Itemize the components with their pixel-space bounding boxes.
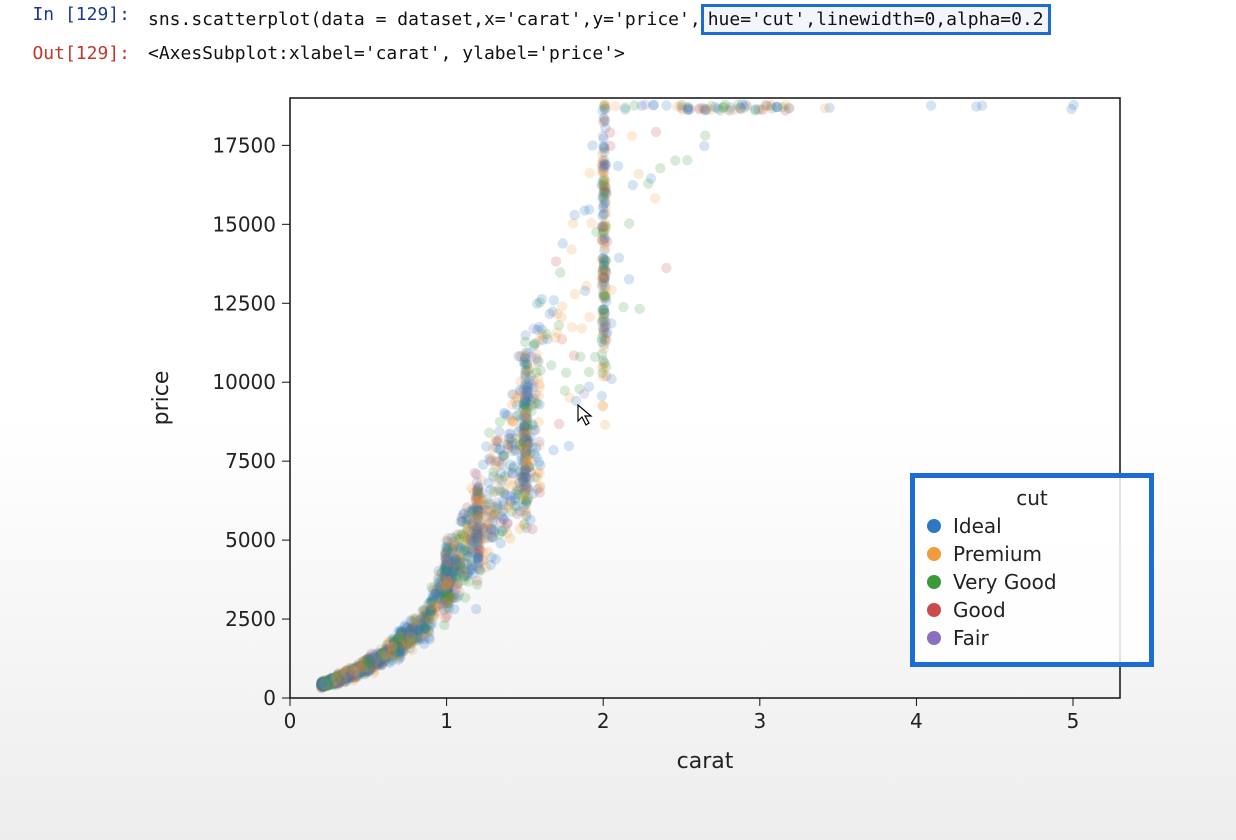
legend-label: Fair xyxy=(953,626,989,650)
svg-text:2500: 2500 xyxy=(225,607,276,631)
legend-label: Premium xyxy=(953,542,1042,566)
svg-text:15000: 15000 xyxy=(212,212,276,236)
legend-item: Fair xyxy=(927,626,1137,650)
legend-title: cut xyxy=(927,486,1137,510)
legend: cut Ideal Premium Very Good Good Fair xyxy=(910,473,1154,667)
legend-item: Good xyxy=(927,598,1137,622)
code-plain: sns.scatterplot(data = dataset,x='carat'… xyxy=(148,9,690,30)
y-ticks: 0 2500 5000 7500 10000 12500 15000 17500 xyxy=(212,133,290,710)
output-cell: Out[129]: <AxesSubplot:xlabel='carat', y… xyxy=(0,39,1236,68)
output-prompt: Out[129]: xyxy=(10,43,148,64)
svg-text:3: 3 xyxy=(753,709,766,733)
legend-swatch xyxy=(927,575,941,589)
legend-item: Premium xyxy=(927,542,1137,566)
y-axis-label: price xyxy=(149,371,174,426)
legend-label: Good xyxy=(953,598,1006,622)
svg-text:7500: 7500 xyxy=(225,449,276,473)
legend-item: Very Good xyxy=(927,570,1137,594)
legend-swatch xyxy=(927,603,941,617)
legend-swatch xyxy=(927,631,941,645)
legend-swatch xyxy=(927,519,941,533)
input-prompt: In [129]: xyxy=(10,4,148,25)
legend-label: Very Good xyxy=(953,570,1057,594)
x-axis-label: carat xyxy=(677,749,734,774)
code-line[interactable]: sns.scatterplot(data = dataset,x='carat'… xyxy=(148,4,1051,35)
svg-text:17500: 17500 xyxy=(212,133,276,157)
svg-text:5: 5 xyxy=(1067,709,1080,733)
plot-svg: 0 1 2 3 4 5 0 2500 5000 7500 10000 12500 15000 17500… xyxy=(140,88,1130,788)
x-ticks: 0 1 2 3 4 5 xyxy=(284,698,1080,733)
svg-text:0: 0 xyxy=(263,686,276,710)
input-cell: In [129]: sns.scatterplot(data = dataset… xyxy=(0,0,1236,39)
svg-text:12500: 12500 xyxy=(212,291,276,315)
scatter-plot: 0 1 2 3 4 5 0 2500 5000 7500 10000 12500 15000 17500… xyxy=(140,88,1130,788)
code-highlighted-args: hue='cut',linewidth=0,alpha=0.2 xyxy=(701,4,1051,35)
legend-swatch xyxy=(927,547,941,561)
svg-text:1: 1 xyxy=(440,709,453,733)
svg-text:10000: 10000 xyxy=(212,370,276,394)
svg-text:0: 0 xyxy=(284,709,297,733)
output-text: <AxesSubplot:xlabel='carat', ylabel='pri… xyxy=(148,43,625,64)
svg-text:4: 4 xyxy=(910,709,923,733)
legend-label: Ideal xyxy=(953,514,1002,538)
svg-text:5000: 5000 xyxy=(225,528,276,552)
legend-item: Ideal xyxy=(927,514,1137,538)
svg-text:2: 2 xyxy=(597,709,610,733)
